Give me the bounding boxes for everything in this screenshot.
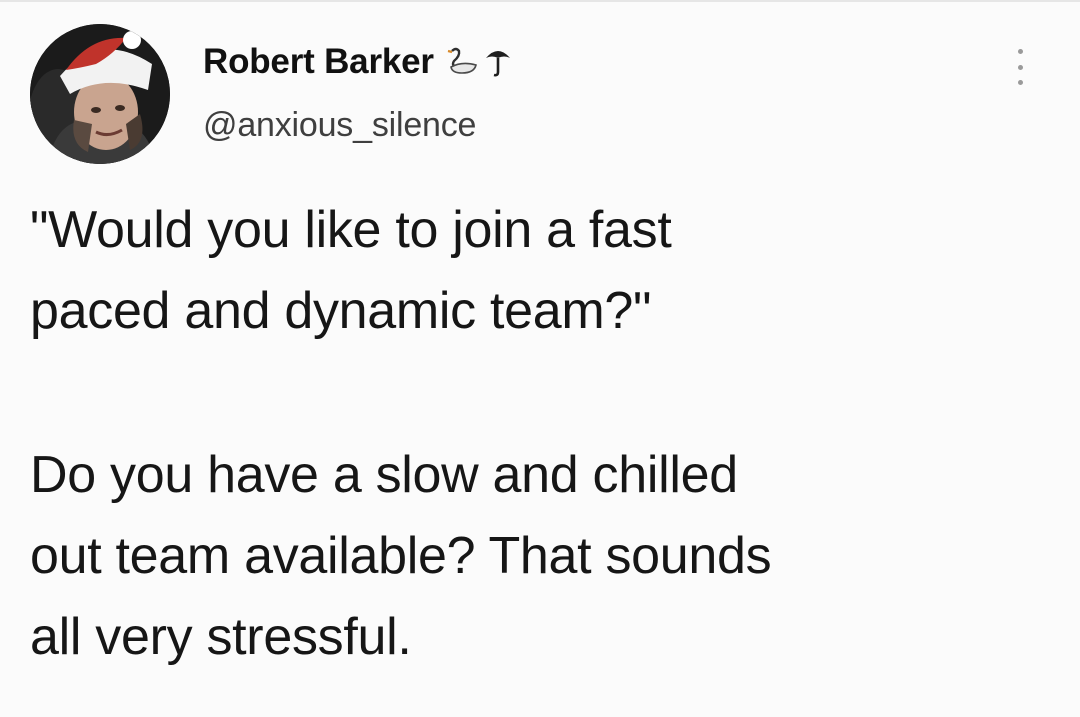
- more-vertical-icon[interactable]: [1012, 49, 1028, 85]
- avatar-photo-icon: [30, 24, 170, 164]
- author-name-row: Robert Barker: [203, 40, 512, 84]
- umbrella-icon: [485, 51, 510, 77]
- tweet-text-line: all very stressful.: [30, 608, 412, 666]
- tweet-text-line: paced and dynamic team?": [30, 282, 652, 340]
- tweet-text-line: Do you have a slow and chilled: [30, 446, 738, 504]
- tweet-text: "Would you like to join a fast paced and…: [30, 190, 1060, 678]
- name-emojis: [446, 44, 512, 80]
- tweet-card: Robert Barker @anxious_silence "Would yo…: [0, 0, 1080, 717]
- avatar[interactable]: [30, 24, 170, 164]
- swan-icon: [447, 47, 477, 74]
- more-dot: [1017, 49, 1023, 54]
- author-handle[interactable]: @anxious_silence: [203, 106, 476, 145]
- tweet-text-line: out team available? That sounds: [30, 527, 772, 585]
- display-name[interactable]: Robert Barker: [203, 42, 434, 82]
- more-dot: [1017, 80, 1023, 85]
- more-dot: [1017, 64, 1023, 70]
- tweet-text-line: "Would you like to join a fast: [30, 201, 672, 259]
